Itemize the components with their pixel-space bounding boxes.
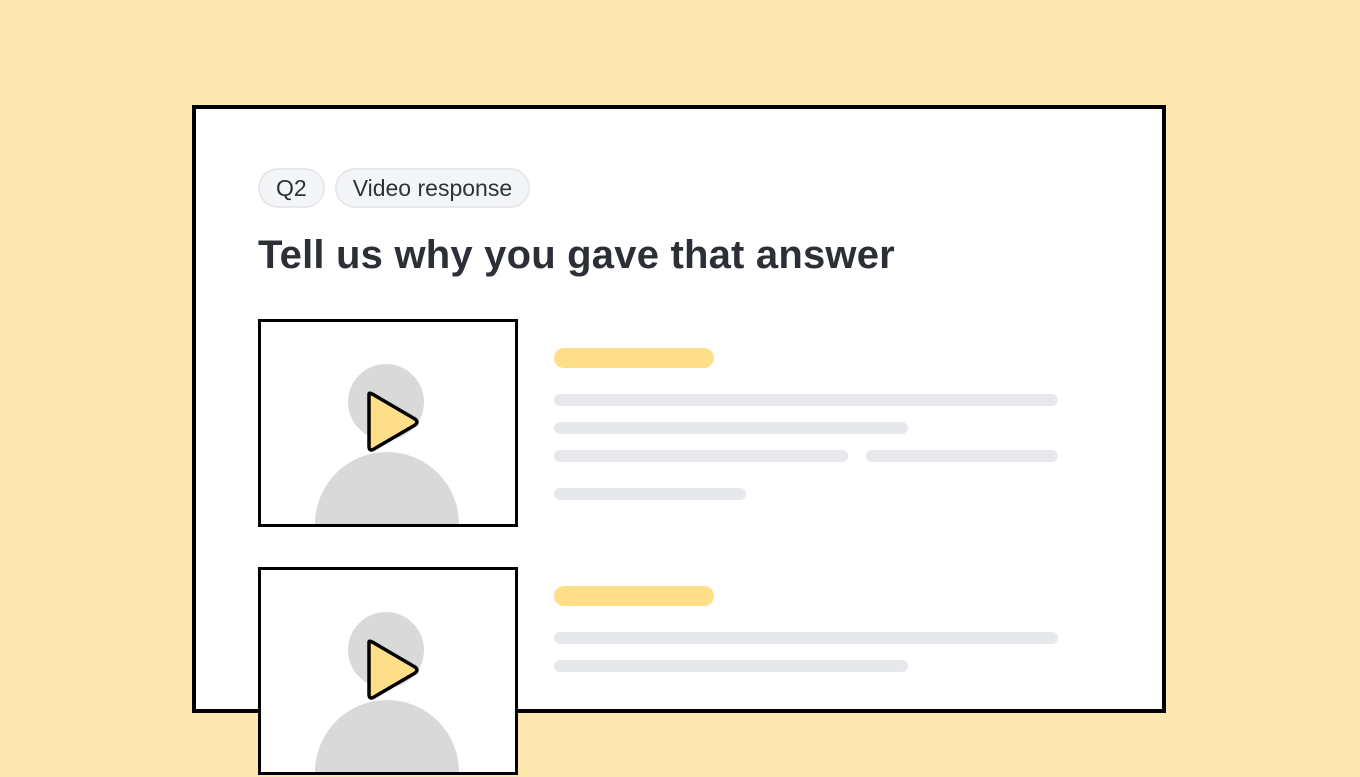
transcript-line-placeholder: [554, 660, 908, 672]
question-type-tag: Video response: [334, 168, 531, 208]
transcript-line-placeholder: [554, 632, 1058, 644]
video-thumbnail[interactable]: [258, 319, 518, 527]
tag-row: Q2 Video response: [258, 168, 531, 208]
person-placeholder-icon: [315, 364, 459, 524]
transcript-line-placeholder: [866, 450, 1058, 462]
video-response-item: [258, 319, 1158, 529]
video-thumbnail[interactable]: [258, 567, 518, 775]
question-title: Tell us why you gave that answer: [258, 233, 895, 277]
video-response-item: [258, 567, 1158, 777]
transcript-line-placeholder: [554, 422, 908, 434]
transcript-line-placeholder: [554, 450, 848, 462]
transcript-line-placeholder: [554, 488, 746, 500]
question-number-tag: Q2: [258, 168, 325, 208]
response-name-placeholder: [554, 586, 714, 606]
transcript-line-placeholder: [554, 394, 1058, 406]
person-placeholder-icon: [315, 612, 459, 772]
question-card: Q2 Video response Tell us why you gave t…: [192, 105, 1166, 775]
response-name-placeholder: [554, 348, 714, 368]
